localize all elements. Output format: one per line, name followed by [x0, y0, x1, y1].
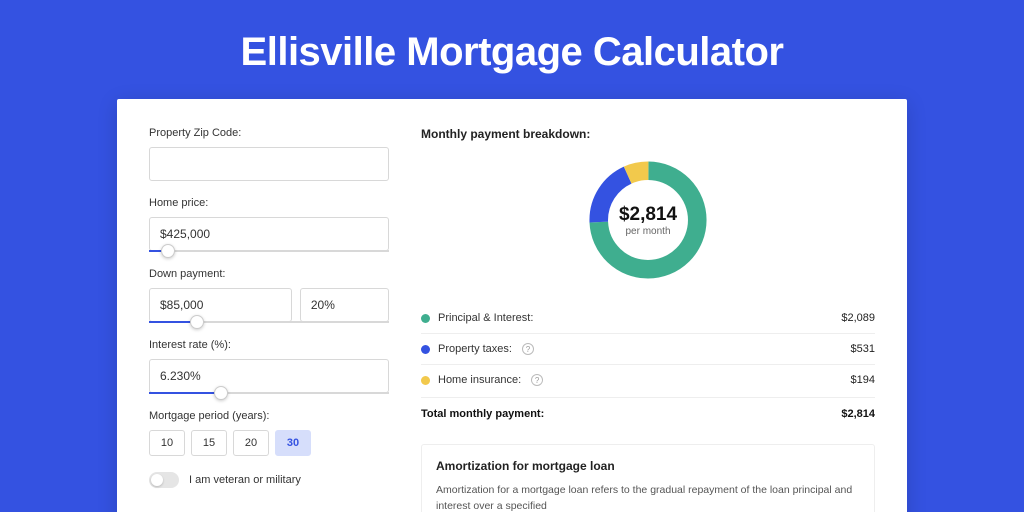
legend-row: Home insurance:? $194 — [421, 365, 875, 395]
legend-value: $194 — [851, 374, 875, 386]
price-input[interactable] — [149, 217, 389, 251]
page-title: Ellisville Mortgage Calculator — [0, 0, 1024, 99]
period-label: Mortgage period (years): — [149, 410, 389, 422]
legend-dot — [421, 345, 430, 354]
down-label: Down payment: — [149, 268, 389, 280]
amortization-box: Amortization for mortgage loan Amortizat… — [421, 444, 875, 512]
rate-label: Interest rate (%): — [149, 339, 389, 351]
period-button-15[interactable]: 15 — [191, 430, 227, 456]
legend-row: Property taxes:? $531 — [421, 334, 875, 365]
rate-input[interactable] — [149, 359, 389, 393]
rate-field-group: Interest rate (%): — [149, 339, 389, 394]
form-column: Property Zip Code: Home price: Down paym… — [149, 127, 389, 512]
info-icon[interactable]: ? — [531, 374, 543, 386]
legend-label: Home insurance: — [438, 374, 521, 386]
price-slider[interactable] — [149, 250, 389, 252]
info-icon[interactable]: ? — [522, 343, 534, 355]
amortization-text: Amortization for a mortgage loan refers … — [436, 483, 860, 512]
price-field-group: Home price: — [149, 197, 389, 252]
period-button-10[interactable]: 10 — [149, 430, 185, 456]
legend-value: $2,089 — [841, 312, 875, 324]
veteran-toggle[interactable] — [149, 472, 179, 488]
donut-center-value: $2,814 — [619, 204, 677, 226]
down-percent-input[interactable] — [300, 288, 389, 322]
legend-row: Principal & Interest: $2,089 — [421, 303, 875, 334]
legend-label: Principal & Interest: — [438, 312, 533, 324]
total-label: Total monthly payment: — [421, 408, 544, 420]
calculator-card: Property Zip Code: Home price: Down paym… — [117, 99, 907, 512]
period-field-group: Mortgage period (years): 10152030 — [149, 410, 389, 456]
zip-input[interactable] — [149, 147, 389, 181]
breakdown-column: Monthly payment breakdown: $2,814 per mo… — [421, 127, 875, 512]
down-amount-input[interactable] — [149, 288, 292, 322]
period-button-30[interactable]: 30 — [275, 430, 311, 456]
donut-chart: $2,814 per month — [583, 155, 713, 285]
donut-center-sub: per month — [625, 226, 670, 237]
donut-chart-wrap: $2,814 per month — [421, 155, 875, 285]
slider-thumb[interactable] — [190, 315, 204, 329]
slider-thumb[interactable] — [161, 244, 175, 258]
price-label: Home price: — [149, 197, 389, 209]
total-row: Total monthly payment: $2,814 — [421, 397, 875, 426]
rate-slider[interactable] — [149, 392, 389, 394]
legend-dot — [421, 314, 430, 323]
legend-dot — [421, 376, 430, 385]
zip-label: Property Zip Code: — [149, 127, 389, 139]
veteran-label: I am veteran or military — [189, 474, 301, 486]
total-value: $2,814 — [841, 408, 875, 420]
legend-value: $531 — [851, 343, 875, 355]
legend-label: Property taxes: — [438, 343, 512, 355]
down-slider[interactable] — [149, 321, 389, 323]
period-button-20[interactable]: 20 — [233, 430, 269, 456]
veteran-toggle-row: I am veteran or military — [149, 472, 389, 488]
amortization-title: Amortization for mortgage loan — [436, 459, 860, 473]
down-field-group: Down payment: — [149, 268, 389, 323]
breakdown-title: Monthly payment breakdown: — [421, 127, 875, 141]
zip-field-group: Property Zip Code: — [149, 127, 389, 181]
slider-thumb[interactable] — [214, 386, 228, 400]
